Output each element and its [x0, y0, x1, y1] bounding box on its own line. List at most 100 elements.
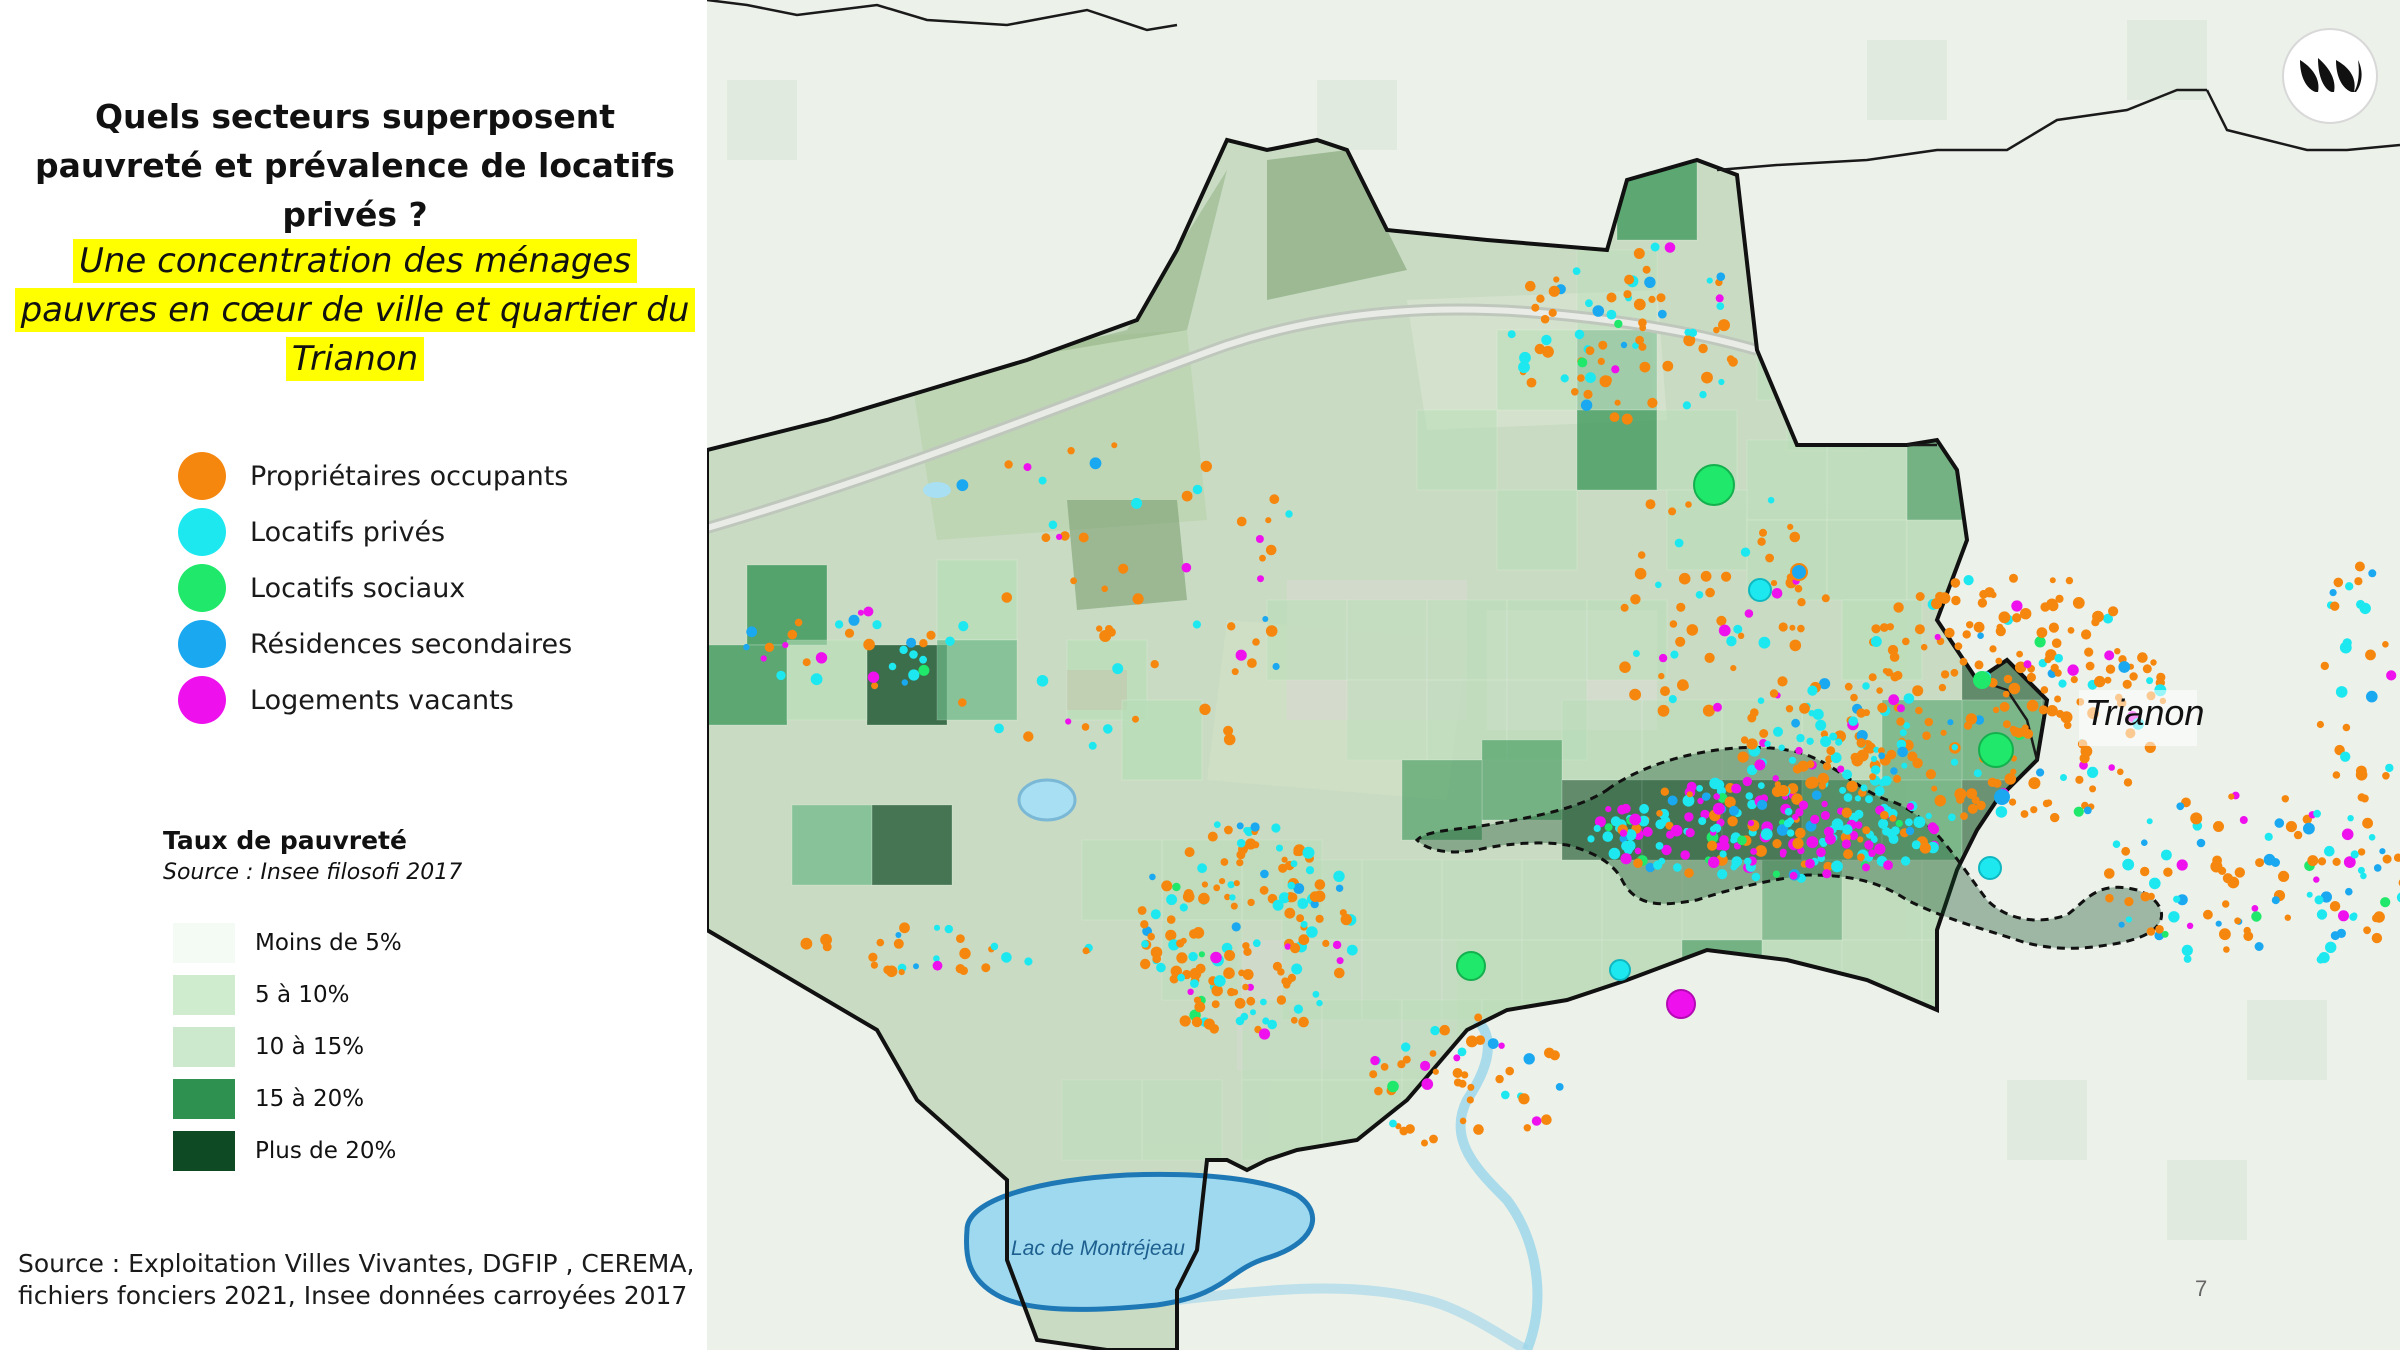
housing-dot: [1593, 824, 1601, 833]
housing-dot: [1796, 733, 1805, 743]
housing-dot: [1999, 701, 2010, 712]
housing-dot: [1757, 799, 1768, 811]
housing-dot: [1633, 858, 1643, 868]
housing-dot: [1737, 835, 1747, 846]
housing-dot: [2382, 641, 2389, 648]
housing-dot: [2213, 821, 2224, 832]
housing-dot: [1785, 705, 1794, 713]
housing-dot: [1161, 880, 1173, 892]
housing-dot: [898, 969, 905, 976]
housing-dot: [1291, 963, 1303, 975]
housing-dot: [1831, 860, 1843, 873]
housing-dot: [1316, 999, 1323, 1007]
housing-dot: [1466, 1096, 1474, 1104]
housing-dot: [2067, 627, 2075, 634]
housing-dot: [1896, 717, 1905, 726]
housing-dot: [990, 942, 999, 951]
housing-dot: [1686, 791, 1693, 798]
housing-dot: [2002, 720, 2011, 729]
housing-dot: [1466, 1035, 1478, 1048]
housing-dot: [2104, 650, 2115, 661]
housing-dot: [2141, 839, 2148, 846]
housing-dot: [1001, 952, 1012, 963]
housing-dot: [2190, 812, 2203, 825]
housing-dot: [1747, 820, 1755, 827]
housing-dot: [1334, 967, 1345, 979]
housing-dot: [1265, 544, 1277, 556]
housing-dot: [2036, 627, 2048, 638]
housing-dot: [1236, 822, 1244, 830]
housing-dot: [1835, 738, 1843, 746]
housing-dot: [1088, 741, 1097, 750]
housing-dot: [1200, 460, 1212, 473]
housing-dot: [2149, 877, 2161, 890]
housing-dot: [1871, 624, 1881, 634]
housing-dot: [1740, 547, 1751, 557]
housing-dot: [1963, 575, 1974, 586]
housing-dot: [2104, 676, 2112, 684]
housing-dot: [871, 682, 879, 690]
housing-dot: [1078, 532, 1089, 543]
housing-dot: [1783, 819, 1793, 828]
housing-dot: [1023, 463, 1032, 472]
housing-dot: [1257, 575, 1264, 583]
housing-dot: [1925, 812, 1932, 820]
housing-dot: [1380, 1063, 1389, 1071]
housing-dot: [1265, 517, 1272, 524]
housing-dot: [1634, 847, 1642, 855]
housing-dot: [1229, 894, 1236, 901]
housing-dot: [1132, 593, 1144, 605]
housing-dot: [2146, 927, 2156, 936]
housing-dot: [2125, 916, 2132, 923]
housing-dot: [1810, 814, 1820, 825]
housing-dot: [1369, 1070, 1378, 1079]
housing-dot: [1737, 751, 1749, 763]
housing-dot: [2373, 864, 2382, 872]
housing-dot: [1560, 374, 1569, 383]
map-area[interactable]: Trianon Lac de Montréjeau 7: [707, 0, 2400, 1350]
housing-dot: [2186, 922, 2194, 929]
housing-dot: [1992, 706, 2000, 714]
housing-dot: [2239, 816, 2248, 824]
housing-dot: [1287, 892, 1298, 903]
housing-dot: [1912, 685, 1924, 697]
housing-dot: [1658, 672, 1665, 680]
housing-dot: [2357, 848, 2366, 856]
scale-item-gt20: Plus de 20%: [173, 1131, 396, 1171]
housing-dot: [1192, 927, 1205, 939]
housing-dot: [1302, 846, 1315, 859]
housing-dot: [1580, 399, 1593, 411]
housing-dot: [1701, 371, 1713, 384]
housing-dot: [1209, 1024, 1219, 1034]
housing-dot: [913, 963, 919, 970]
housing-dot: [1927, 822, 1938, 833]
housing-dot: [1742, 776, 1753, 787]
housing-dot: [1526, 377, 1537, 388]
housing-dot: [1664, 242, 1676, 253]
housing-dot: [2012, 613, 2022, 623]
housing-dot: [1715, 294, 1724, 303]
lake-label: Lac de Montréjeau: [1011, 1237, 1185, 1260]
housing-dot: [1243, 827, 1250, 834]
housing-dot: [1794, 584, 1803, 593]
housing-dot: [1940, 729, 1947, 736]
housing-dot: [2325, 941, 2337, 953]
housing-dot: [2094, 675, 2106, 688]
housing-dot: [1797, 598, 1806, 607]
housing-dot: [1778, 744, 1785, 751]
housing-dot: [1944, 627, 1955, 639]
housing-dot: [2181, 944, 2193, 957]
housing-dot: [2293, 830, 2303, 840]
map-canvas[interactable]: Trianon Lac de Montréjeau 7: [707, 0, 2400, 1350]
housing-dot: [1293, 883, 1305, 894]
housing-dot: [1635, 335, 1644, 345]
housing-dot: [1620, 853, 1632, 865]
housing-dot: [2317, 857, 2327, 866]
housing-dot: [1639, 324, 1647, 332]
housing-dot: [2072, 597, 2085, 609]
housing-dot: [1534, 343, 1545, 355]
housing-dot: [1201, 881, 1208, 888]
housing-dot: [1880, 810, 1889, 820]
housing-dot: [2264, 832, 2273, 841]
housing-dot: [1236, 838, 1246, 848]
